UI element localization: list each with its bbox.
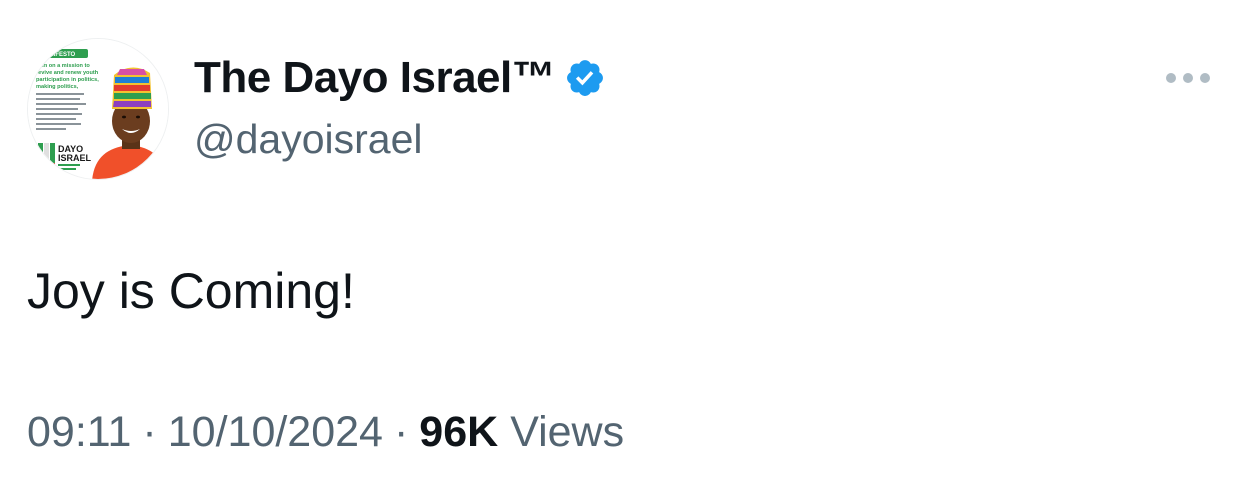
avatar-headline-line: I am on a mission to xyxy=(36,63,90,69)
more-options-icon[interactable] xyxy=(1164,66,1212,90)
verified-badge-icon[interactable] xyxy=(564,57,606,99)
tweet-card: MANIFESTO I am on a mission to revive an… xyxy=(0,0,1242,488)
meta-separator: · xyxy=(393,408,409,456)
author-name-row: The Dayo Israel™ xyxy=(194,52,606,104)
avatar-headline-line: making politics, xyxy=(36,84,79,90)
author-display-name[interactable]: The Dayo Israel™ xyxy=(194,53,556,103)
avatar-headline-line: revive and renew youth xyxy=(36,70,99,76)
views-label[interactable]: Views xyxy=(510,408,624,457)
tweet-time[interactable]: 09:11 xyxy=(27,408,131,457)
avatar-brand-line-2: ISRAEL xyxy=(58,153,92,163)
tweet-text: Joy is Coming! xyxy=(27,263,355,319)
avatar-image: MANIFESTO I am on a mission to revive an… xyxy=(28,39,168,179)
avatar-badge-text: MANIFESTO xyxy=(40,52,76,58)
tweet-meta: 09:11 · 10/10/2024 · 96K Views xyxy=(27,408,624,457)
profile-avatar[interactable]: MANIFESTO I am on a mission to revive an… xyxy=(27,38,169,180)
views-count[interactable]: 96K xyxy=(419,408,498,457)
avatar-headline-line: participation in politics, xyxy=(36,77,99,83)
tweet-date[interactable]: 10/10/2024 xyxy=(168,408,383,457)
author-handle[interactable]: @dayoisrael xyxy=(194,116,423,163)
meta-separator: · xyxy=(142,408,157,456)
